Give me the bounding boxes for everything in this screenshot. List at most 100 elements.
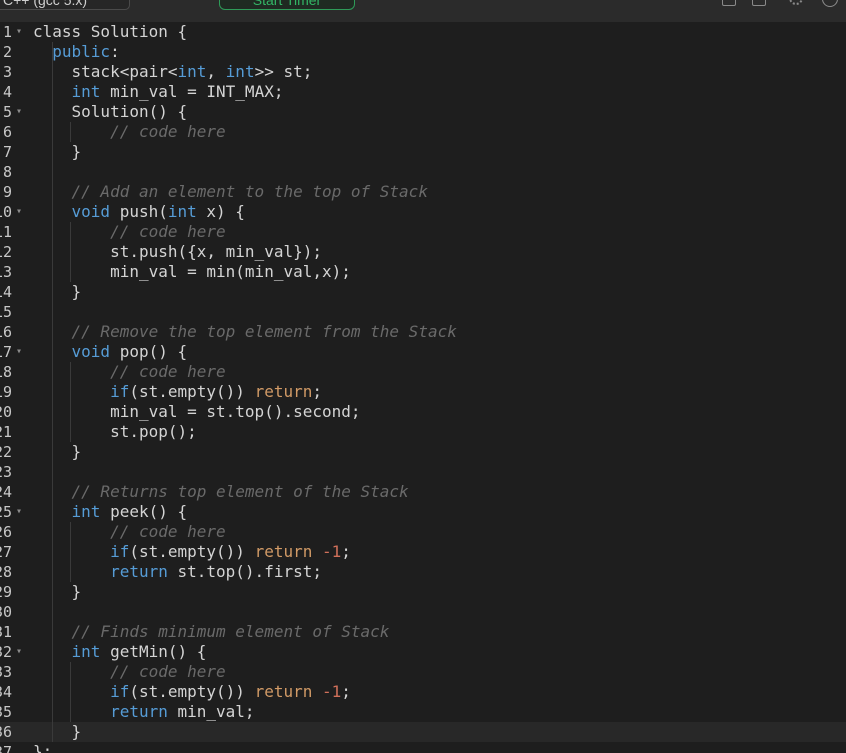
line-gutter: 28 [0,562,32,582]
code-text: // Returns top element of the Stack [33,482,409,502]
code-token: min_val; [167,702,255,721]
code-token: (st.empty()) [129,682,255,701]
code-text: if(st.empty()) return -1; [33,682,351,702]
code-line[interactable]: 27 if(st.empty()) return -1; [0,542,846,562]
code-line[interactable]: 35 return min_val; [0,702,846,722]
fold-chevron-icon[interactable]: ▾ [16,202,22,222]
code-line[interactable]: 8 [0,162,846,182]
code-line[interactable]: 29 } [0,582,846,602]
code-line[interactable]: 31 // Finds minimum element of Stack [0,622,846,642]
line-gutter: 36 [0,722,32,742]
code-line[interactable]: 22 } [0,442,846,462]
settings-gear-icon[interactable] [789,0,803,5]
code-line[interactable]: 12 st.push({x, min_val}); [0,242,846,262]
code-line[interactable]: 20 min_val = st.top().second; [0,402,846,422]
code-line[interactable]: 28 return st.top().first; [0,562,846,582]
code-text: stack<pair<int, int>> st; [33,62,313,82]
fold-chevron-icon[interactable]: ▾ [16,642,22,662]
code-token: getMin() { [100,642,207,661]
code-token: , [206,62,226,81]
line-number: 8 [2,163,12,181]
code-line[interactable]: 30 [0,602,846,622]
line-gutter: 30 [0,602,32,622]
code-text: int min_val = INT_MAX; [33,82,284,102]
code-line[interactable]: 5 ▾ Solution() { [0,102,846,122]
line-gutter: 10▾ [0,202,32,222]
code-line[interactable]: 1 ▾ class Solution { [0,22,846,42]
line-number: 1 [2,23,12,41]
code-token: if [110,382,130,401]
fold-chevron-icon[interactable]: ▾ [16,342,22,362]
line-number: 33 [0,663,12,681]
code-text: // code here [33,122,226,142]
code-text: // code here [33,662,226,682]
fullscreen-icon[interactable] [722,0,736,6]
code-line[interactable]: 15 [0,302,846,322]
code-token: void [71,202,111,221]
indent-guide [70,122,71,142]
code-line[interactable]: 11 // code here [0,222,846,242]
code-line[interactable]: 14 } [0,282,846,302]
code-line[interactable]: 2 public: [0,42,846,62]
line-gutter: 34 [0,682,32,702]
code-line[interactable]: 4 int min_val = INT_MAX; [0,82,846,102]
code-token: return [254,542,313,561]
code-text: } [33,282,82,302]
line-gutter: 14 [0,282,32,302]
code-line[interactable]: 17▾ void pop() { [0,342,846,362]
line-number: 3 [2,63,12,81]
code-line[interactable]: 23 [0,462,846,482]
code-line[interactable]: 33 // code here [0,662,846,682]
code-token: -1 [322,682,342,701]
fold-chevron-icon[interactable]: ▾ [16,502,22,522]
code-line[interactable]: 18 // code here [0,362,846,382]
code-line[interactable]: 36 } [0,722,846,742]
code-line[interactable]: 10▾ void push(int x) { [0,202,846,222]
code-token: st.push({x, min_val}); [33,242,322,261]
code-line[interactable]: 32▾ int getMin() { [0,642,846,662]
code-text: void pop() { [33,342,188,362]
code-line[interactable]: 19 if(st.empty()) return; [0,382,846,402]
code-line[interactable]: 13 min_val = min(min_val,x); [0,262,846,282]
line-number: 12 [0,243,12,261]
line-gutter: 9 [0,182,32,202]
code-text: } [33,722,82,742]
code-line[interactable]: 34 if(st.empty()) return -1; [0,682,846,702]
code-line[interactable]: 21 st.pop(); [0,422,846,442]
code-line[interactable]: 6 // code here [0,122,846,142]
line-number: 20 [0,403,12,421]
line-gutter: 23 [0,462,32,482]
fold-chevron-icon[interactable]: ▾ [16,102,22,122]
code-text: class Solution { [33,22,187,42]
code-line[interactable]: 26 // code here [0,522,846,542]
code-text: } [33,442,82,462]
code-text: Solution() { [33,102,188,122]
code-line[interactable]: 3 stack<pair<int, int>> st; [0,62,846,82]
start-timer-button[interactable]: Start Timer [219,0,355,10]
code-line[interactable]: 7 } [0,142,846,162]
line-number: 24 [0,483,12,501]
code-token: (st.empty()) [129,382,255,401]
reset-icon[interactable] [822,0,838,7]
code-line[interactable]: 24 // Returns top element of the Stack [0,482,846,502]
code-token: push( [110,202,168,221]
code-token: Solution() { [33,102,188,121]
code-token: ; [341,682,351,701]
code-token: // Returns top element of the Stack [71,482,409,501]
code-line[interactable]: 37}; [0,742,846,753]
code-token: x) { [196,202,245,221]
fold-chevron-icon[interactable]: ▾ [16,22,22,42]
line-number: 13 [0,263,12,281]
copy-icon[interactable] [752,0,766,6]
code-text: min_val = st.top().second; [33,402,360,422]
language-select[interactable]: C++ (gcc 5.x) [0,0,130,10]
code-line[interactable]: 16 // Remove the top element from the St… [0,322,846,342]
code-line[interactable]: 25▾ int peek() { [0,502,846,522]
code-line[interactable]: 9 // Add an element to the top of Stack [0,182,846,202]
code-editor[interactable]: 1 ▾ class Solution {2 public: 3 stack<pair<… [0,22,846,753]
line-gutter: 33 [0,662,32,682]
